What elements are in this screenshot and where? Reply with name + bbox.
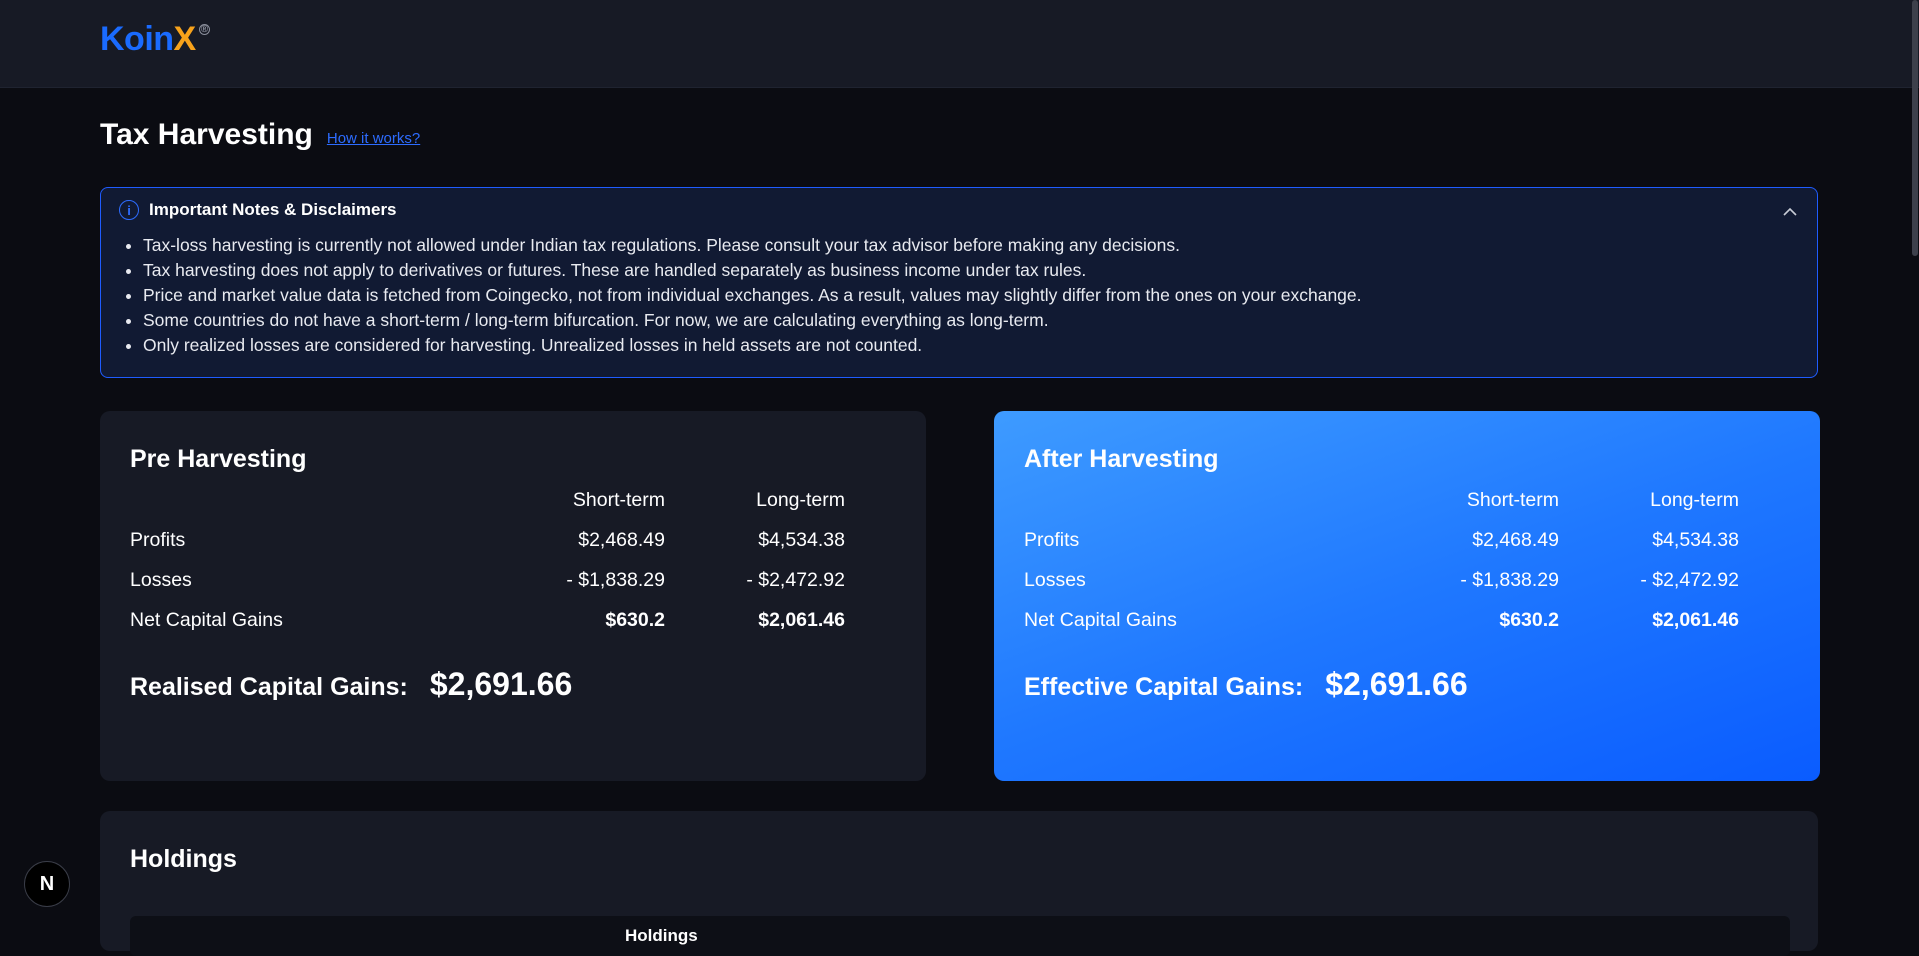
disclaimer-header[interactable]: i Important Notes & Disclaimers (119, 200, 397, 220)
how-it-works-link[interactable]: How it works? (327, 130, 420, 147)
row-label: Losses (1024, 569, 1086, 591)
row-label: Losses (130, 569, 192, 591)
disclaimer-item: Only realized losses are considered for … (143, 333, 1362, 358)
long-term-value: - $2,472.92 (746, 569, 845, 591)
disclaimer-item: Price and market value data is fetched f… (143, 283, 1362, 308)
row-label: Net Capital Gains (1024, 609, 1177, 631)
card-title: After Harvesting (1024, 445, 1219, 473)
short-term-header: Short-term (1466, 489, 1559, 511)
long-term-header: Long-term (756, 489, 845, 511)
long-term-value: - $2,472.92 (1640, 569, 1739, 591)
long-term-value: $4,534.38 (758, 529, 845, 551)
short-term-value: - $1,838.29 (1460, 569, 1559, 591)
holdings-section: Holdings Holdings (100, 811, 1818, 956)
total-label: Realised Capital Gains: (130, 673, 408, 701)
koinx-logo[interactable]: Koin X ® (100, 20, 210, 60)
top-navbar: Koin X ® (0, 0, 1919, 88)
short-term-value: $630.2 (1499, 609, 1559, 631)
card-title: Pre Harvesting (130, 445, 307, 473)
short-term-header: Short-term (572, 489, 665, 511)
long-term-header: Long-term (1650, 489, 1739, 511)
short-term-value: $630.2 (605, 609, 665, 631)
chevron-up-icon[interactable] (1783, 204, 1797, 218)
long-term-value: $2,061.46 (1652, 609, 1739, 631)
row-label: Profits (1024, 529, 1080, 551)
total-label: Effective Capital Gains: (1024, 673, 1304, 701)
long-term-value: $2,061.46 (758, 609, 845, 631)
total-value: $2,691.66 (429, 666, 573, 702)
disclaimer-panel: i Important Notes & Disclaimers Tax-loss… (100, 187, 1818, 378)
disclaimer-item: Some countries do not have a short-term … (143, 308, 1362, 333)
holdings-table: Holdings (130, 916, 1790, 956)
short-term-value: $2,468.49 (578, 529, 665, 551)
page-title: Tax Harvesting (100, 118, 313, 151)
row-label: Profits (130, 529, 186, 551)
logo-accent: X (173, 20, 197, 58)
row-label: Net Capital Gains (130, 609, 283, 631)
registered-mark: ® (198, 24, 210, 35)
disclaimer-item: Tax-loss harvesting is currently not all… (143, 233, 1362, 258)
pre-harvesting-card: Pre Harvesting Short-term Long-term Prof… (100, 411, 926, 781)
short-term-value: - $1,838.29 (566, 569, 665, 591)
page-header: Tax Harvesting How it works? (100, 118, 420, 152)
after-harvesting-card: After Harvesting Short-term Long-term Pr… (994, 411, 1820, 781)
holdings-column-header[interactable]: Holdings (625, 926, 698, 946)
total-value: $2,691.66 (1325, 666, 1468, 702)
nextjs-dev-badge[interactable]: N (24, 861, 70, 907)
page-scrollbar[interactable] (1910, 0, 1919, 930)
realised-gains-total: Realised Capital Gains: $2,691.66 (130, 666, 572, 703)
disclaimer-item: Tax harvesting does not apply to derivat… (143, 258, 1362, 283)
disclaimer-list: Tax-loss harvesting is currently not all… (127, 233, 1362, 358)
holdings-title: Holdings (130, 845, 237, 873)
info-icon: i (119, 200, 139, 220)
scrollbar-thumb[interactable] (1912, 0, 1918, 256)
logo-text: Koin (100, 20, 174, 58)
long-term-value: $4,534.38 (1652, 529, 1739, 551)
disclaimer-title: Important Notes & Disclaimers (149, 200, 397, 219)
effective-gains-total: Effective Capital Gains: $2,691.66 (1024, 666, 1468, 703)
short-term-value: $2,468.49 (1472, 529, 1559, 551)
